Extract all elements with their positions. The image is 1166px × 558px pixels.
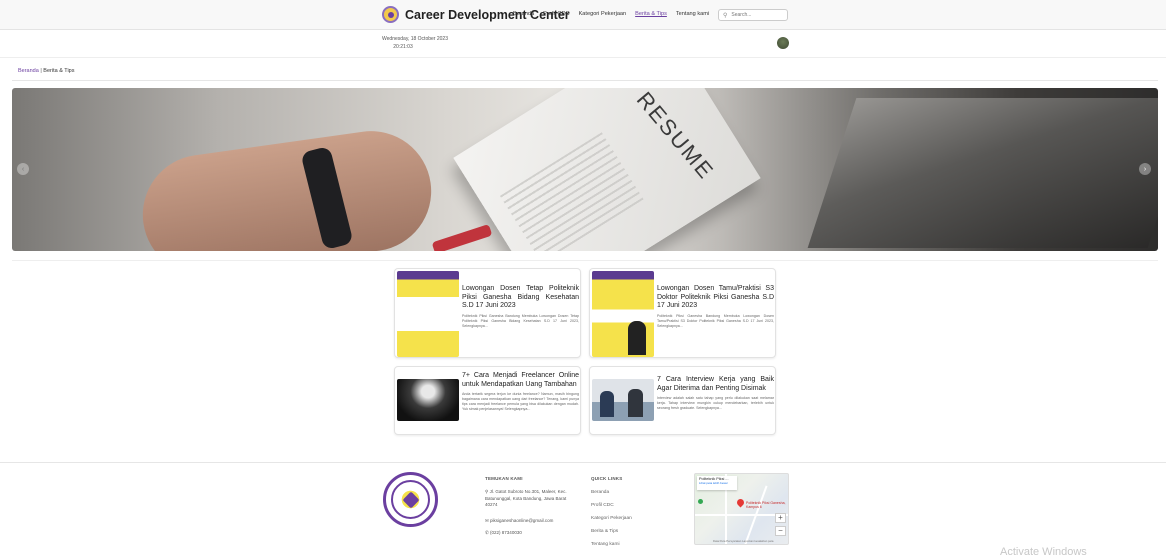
phone-icon: ✆ (485, 530, 489, 535)
nav-beranda[interactable]: Beranda (513, 11, 534, 17)
article-thumbnail (397, 379, 459, 421)
article-thumbnail (592, 271, 654, 357)
chevron-right-icon: › (1143, 165, 1147, 173)
cdc-logo-icon (382, 6, 399, 23)
datetime: Wednesday, 18 October 2023 20:21:03 (382, 36, 448, 50)
article-thumbnail (592, 379, 654, 421)
article-excerpt: Interview adalah salah satu tahap yang p… (657, 396, 774, 411)
hero-carousel: RESUME (12, 88, 1158, 251)
address-text: Jl. Gatot Subroto No.301, Maleer, Kec. B… (485, 489, 567, 507)
nav-kategori-pekerjaan[interactable]: Kategori Pekerjaan (579, 11, 627, 17)
search-input[interactable] (731, 12, 784, 18)
footer-link-profil-cdc[interactable]: Profil CDC (591, 503, 614, 508)
map-zoom-out-button[interactable]: − (775, 526, 786, 536)
main-nav: Beranda Profil CDC Kategori Pekerjaan Be… (513, 11, 718, 17)
divider (0, 462, 1166, 463)
map-info-card: Politeknik Piksi ... Lihat peta lebih be… (697, 476, 737, 490)
article-title[interactable]: Lowongan Dosen Tamu/Praktisi S3 Doktor P… (657, 285, 774, 311)
divider (12, 260, 1158, 261)
article-excerpt: Politeknik Piksi Ganesha Bandung Membuka… (462, 313, 579, 328)
carousel-next-button[interactable]: › (1139, 163, 1151, 175)
hero-pen-shape (431, 224, 493, 251)
footer-link-berita-tips[interactable]: Berita & Tips (591, 529, 618, 534)
search-box[interactable]: ⚲ (718, 9, 788, 21)
contact-address: ⚲ Jl. Gatot Subroto No.301, Maleer, Kec.… (485, 489, 577, 509)
article-excerpt: Politeknik Piksi Ganesha Bandung Membuka… (657, 313, 774, 328)
mail-icon: ✉ (485, 518, 489, 523)
breadcrumb-current: Berita & Tips (43, 68, 75, 74)
seal-inner (391, 480, 430, 519)
article-card[interactable]: 7 Cara Interview Kerja yang Baik Agar Di… (589, 366, 776, 435)
article-title[interactable]: Lowongan Dosen Tetap Politeknik Piksi Ga… (462, 285, 579, 311)
user-avatar[interactable] (777, 37, 789, 49)
breadcrumb: Beranda | Berita & Tips (18, 68, 74, 74)
map-zoom-in-button[interactable]: + (775, 513, 786, 523)
contact-phone: ✆ (022) 87340030 (485, 530, 522, 537)
hero-laptop-shape (807, 98, 1158, 248)
contact-email: ✉ piksiganeshaonline@gmail.com (485, 518, 553, 525)
location-pin-icon: ⚲ (485, 489, 489, 494)
links-heading: QUICK LINKS (591, 476, 623, 481)
article-excerpt: Anda tertarik segera terjun ke dunia fre… (462, 392, 579, 412)
carousel-prev-button[interactable]: ‹ (17, 163, 29, 175)
nav-berita-tips[interactable]: Berita & Tips (635, 11, 667, 17)
divider (0, 57, 1166, 58)
article-thumbnail (397, 271, 459, 357)
activate-windows-watermark: Activate Windows (1000, 546, 1087, 558)
email-text[interactable]: piksiganeshaonline@gmail.com (490, 518, 553, 523)
current-date: Wednesday, 18 October 2023 (382, 36, 448, 42)
map-pin-icon[interactable] (735, 497, 746, 508)
search-icon: ⚲ (723, 12, 728, 19)
article-title[interactable]: 7 Cara Interview Kerja yang Baik Agar Di… (657, 376, 774, 393)
divider (12, 80, 1158, 81)
article-title[interactable]: 7+ Cara Menjadi Freelancer Online untuk … (462, 372, 579, 389)
nav-profil-cdc[interactable]: Profil CDC (543, 11, 569, 17)
footer-link-beranda[interactable]: Beranda (591, 490, 609, 495)
hero-arm-shape (135, 123, 439, 251)
breadcrumb-home[interactable]: Beranda (18, 68, 39, 74)
map-marker-icon (698, 499, 703, 504)
location-map[interactable]: Politeknik Piksi ... Lihat peta lebih be… (694, 473, 789, 545)
chevron-left-icon: ‹ (21, 165, 25, 173)
footer-link-kategori-pekerjaan[interactable]: Kategori Pekerjaan (591, 516, 632, 521)
seal-emblem-icon (402, 491, 419, 508)
map-pin-label: Politeknik Piksi Ganesha, Kampus 6 (746, 501, 786, 509)
contact-heading: TEMUKAN KAMI (485, 476, 523, 481)
map-larger-link[interactable]: Lihat peta lebih besar (699, 481, 735, 485)
footer-link-tentang-kami[interactable]: Tentang kami (591, 542, 620, 547)
current-time: 20:21:03 (393, 44, 413, 50)
nav-tentang-kami[interactable]: Tentang kami (676, 11, 709, 17)
map-attribution: Data Peta Persyaratan Laporkan kesalahan… (713, 539, 774, 543)
article-card[interactable]: Lowongan Dosen Tamu/Praktisi S3 Doktor P… (589, 268, 776, 358)
article-card[interactable]: 7+ Cara Menjadi Freelancer Online untuk … (394, 366, 581, 435)
politeknik-piksi-ganesha-seal (383, 472, 438, 527)
article-card[interactable]: Lowongan Dosen Tetap Politeknik Piksi Ga… (394, 268, 581, 358)
phone-text: (022) 87340030 (490, 530, 522, 535)
